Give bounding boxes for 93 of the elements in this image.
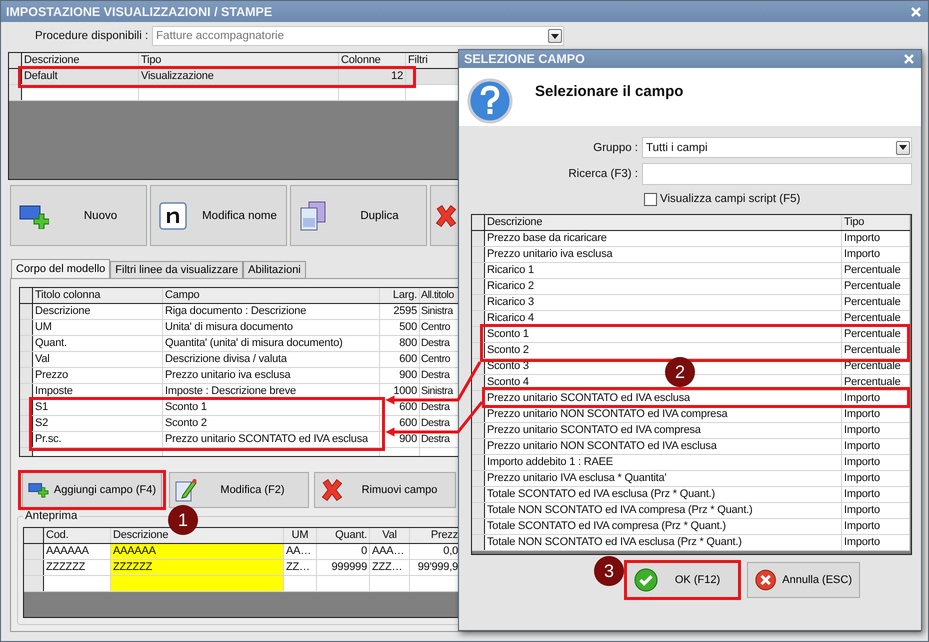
table-cell: Importo xyxy=(842,471,910,486)
column-header: Prezz xyxy=(430,528,459,543)
table-cell: Importo xyxy=(842,455,910,470)
column-header: Colonne xyxy=(339,53,406,68)
column-header: Descrizione xyxy=(485,215,842,230)
table-cell: Descrizione divisa / valuta xyxy=(163,352,380,367)
table-cell: Importo xyxy=(842,423,910,438)
table-cell: Totale SCONTATO ed IVA esclusa (Prz * Quant.) xyxy=(485,487,842,502)
column-header: Quant. xyxy=(317,528,370,543)
table-cell: Prezzo unitario NON SCONTATO ed IVA compresa xyxy=(485,407,842,422)
table-cell: Importo xyxy=(842,503,910,518)
table-cell: S1 xyxy=(33,400,163,415)
table-cell: Prezzo xyxy=(33,368,163,383)
table-cell: Pr.sc. xyxy=(33,432,163,447)
table-cell: Importo addebito 1 : RAEE xyxy=(485,455,842,470)
table-cell: Ricarico 1 xyxy=(485,263,842,278)
table-cell: UM xyxy=(33,320,163,335)
table-cell: Importo xyxy=(842,247,910,262)
table-cell: Percentuale xyxy=(842,295,910,310)
table-cell: Prezzo unitario SCONTATO ed IVA esclusa xyxy=(163,432,380,447)
table-cell: ZZ… xyxy=(284,560,317,575)
field-label: Ricerca (F3) : xyxy=(567,168,638,180)
table-cell: Ricarico 2 xyxy=(485,279,842,294)
table-cell: ZZZZZZ xyxy=(111,560,284,575)
table-cell: 12 xyxy=(339,69,406,84)
column-header: Tipo xyxy=(842,215,910,230)
table-cell: 0 xyxy=(317,544,370,559)
field-label: Gruppo : xyxy=(592,142,638,154)
table-cell: Imposte xyxy=(33,384,163,399)
table-cell: 800 xyxy=(380,336,420,351)
table-cell: 2595 xyxy=(380,304,420,319)
table-cell: Totale NON SCONTATO ed IVA esclusa (Prz * Quant.) xyxy=(485,535,842,550)
table-cell: Importo xyxy=(842,487,910,502)
table-cell: Default xyxy=(22,69,139,84)
table-cell: Percentuale xyxy=(842,359,910,374)
table-cell: Ricarico 4 xyxy=(485,311,842,326)
table-cell: Prezzo unitario NON SCONTATO ed IVA esclusa xyxy=(485,439,842,454)
column-header: Larg. xyxy=(380,288,420,303)
table-cell: AAAAAA xyxy=(111,544,284,559)
table-cell: 1000 xyxy=(380,384,420,399)
column-header: Campo xyxy=(163,288,380,303)
group-label: Anteprima xyxy=(23,510,80,523)
window-title: IMPOSTAZIONE VISUALIZZAZIONI / STAMPE xyxy=(6,4,272,18)
table-cell: Unita' di misura documento xyxy=(163,320,380,335)
table-cell: Ricarico 3 xyxy=(485,295,842,310)
table-cell: S2 xyxy=(33,416,163,431)
table-cell: Totale SCONTATO ed IVA compresa (Prz * Quant.) xyxy=(485,519,842,534)
table-cell: Percentuale xyxy=(842,375,910,390)
table-cell: Importo xyxy=(842,519,910,534)
table-cell: AAA… xyxy=(370,544,410,559)
dialog-title: SELEZIONE CAMPO xyxy=(464,52,585,66)
table-cell: 600 xyxy=(380,416,420,431)
table-cell-text: 0,0 xyxy=(442,544,459,559)
table-cell: AA… xyxy=(284,544,317,559)
column-header: Descrizione xyxy=(111,528,284,543)
table-cell: Descrizione xyxy=(33,304,163,319)
table-cell: Visualizzazione xyxy=(139,69,339,84)
table-cell: Sconto 1 xyxy=(163,400,380,415)
table-cell: Sconto 2 xyxy=(163,416,380,431)
table-cell: Riga documento : Descrizione xyxy=(163,304,380,319)
table-cell: 900 xyxy=(380,432,420,447)
table-cell: 600 xyxy=(380,352,420,367)
checkbox-label: Visualizza campi script (F5) xyxy=(660,193,800,205)
table-cell: Importo xyxy=(842,535,910,550)
table-cell: 999999 xyxy=(317,560,370,575)
table-cell-text: 99'999,9 xyxy=(416,560,459,575)
column-header: UM xyxy=(284,528,317,543)
table-cell: Quantita' (unita' di misura documento) xyxy=(163,336,380,351)
table-cell: Percentuale xyxy=(842,279,910,294)
column-header: Descrizione xyxy=(22,53,139,68)
column-header: Val xyxy=(370,528,410,543)
table-cell: 900 xyxy=(380,368,420,383)
table-cell: Quant. xyxy=(33,336,163,351)
field-label: Procedure disponibili : xyxy=(35,30,148,42)
dialog-heading: Selezionare il campo xyxy=(535,83,684,100)
table-cell: Importo xyxy=(842,407,910,422)
table-cell: Prezzo unitario IVA esclusa * Quantita' xyxy=(485,471,842,486)
table-cell: Percentuale xyxy=(842,263,910,278)
table-cell: Importo xyxy=(842,439,910,454)
table-cell: Prezzo unitario iva esclusa xyxy=(485,247,842,262)
table-cell: Imposte : Descrizione breve xyxy=(163,384,380,399)
table-cell: Importo xyxy=(842,231,910,246)
column-header: Titolo colonna xyxy=(33,288,163,303)
table-cell: Val xyxy=(33,352,163,367)
table-cell: 600 xyxy=(380,400,420,415)
table-cell: Totale NON SCONTATO ed IVA compresa (Prz * Quant.) xyxy=(485,503,842,518)
table-cell: 500 xyxy=(380,320,420,335)
table-cell: Percentuale xyxy=(842,311,910,326)
table-cell: Prezzo base da ricaricare xyxy=(485,231,842,246)
column-header: Tipo xyxy=(139,53,339,68)
table-cell: Prezzo unitario iva esclusa xyxy=(163,368,380,383)
table-cell: Prezzo unitario SCONTATO ed IVA compresa xyxy=(485,423,842,438)
table-cell: ZZZ… xyxy=(370,560,410,575)
